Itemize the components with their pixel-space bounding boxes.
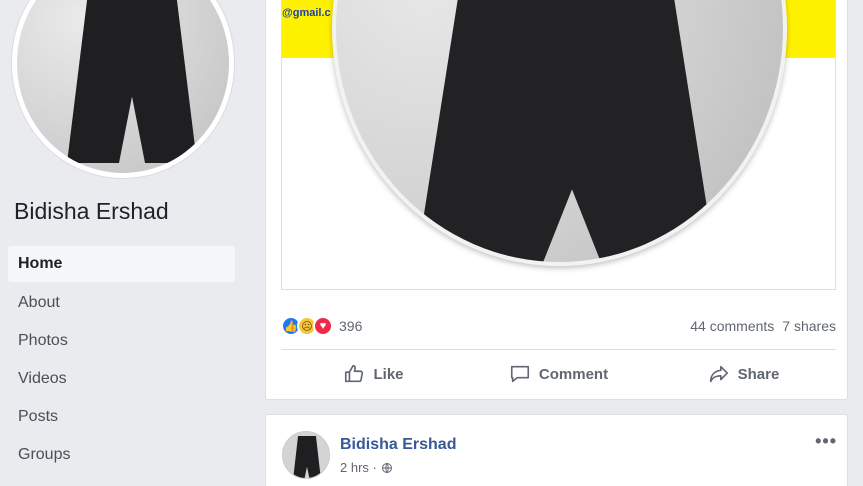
nav-home[interactable]: Home xyxy=(8,246,235,282)
share-icon xyxy=(709,365,728,383)
next-post-card: Bidisha Ershad 2 hrs · ••• xyxy=(265,414,848,486)
profile-picture[interactable] xyxy=(12,0,234,178)
like-label: Like xyxy=(373,365,404,383)
post-card: @gmail.c 👍 ☹ ♥ 396 44 comments 7 shares … xyxy=(265,0,848,400)
comment-button[interactable]: Comment xyxy=(466,356,651,392)
comment-icon xyxy=(510,365,529,383)
nav-about[interactable]: About xyxy=(8,284,235,322)
page-nav: Home About Photos Videos Posts Groups xyxy=(8,246,235,474)
post-image[interactable]: @gmail.c xyxy=(281,0,836,290)
post-actions: Like Comment Share xyxy=(281,356,836,392)
email-text: @gmail.c xyxy=(282,7,331,19)
featured-photo-image xyxy=(416,0,716,262)
share-button[interactable]: Share xyxy=(651,356,836,392)
post-author[interactable]: Bidisha Ershad xyxy=(340,436,456,454)
reaction-count[interactable]: 396 xyxy=(339,318,362,334)
post-time-text[interactable]: 2 hrs · xyxy=(340,460,377,475)
nav-photos[interactable]: Photos xyxy=(8,322,235,360)
globe-icon xyxy=(381,462,392,473)
thumbs-up-icon xyxy=(345,364,364,383)
nav-posts[interactable]: Posts xyxy=(8,398,235,436)
nav-videos[interactable]: Videos xyxy=(8,360,235,398)
share-label: Share xyxy=(737,365,780,383)
love-icon: ♥ xyxy=(313,316,333,336)
featured-photo xyxy=(332,0,787,266)
left-sidebar: Bidisha Ershad Home About Photos Videos … xyxy=(0,0,248,486)
like-button[interactable]: Like xyxy=(281,356,466,392)
profile-name[interactable]: Bidisha Ershad xyxy=(14,198,169,225)
profile-picture-image xyxy=(67,0,197,163)
avatar-image xyxy=(293,436,321,478)
reactions-bar: 👍 ☹ ♥ 396 44 comments 7 shares xyxy=(281,311,836,341)
shares-count[interactable]: 7 shares xyxy=(782,318,836,334)
divider xyxy=(281,349,836,350)
post-timestamp: 2 hrs · xyxy=(340,460,393,475)
comment-label: Comment xyxy=(538,365,609,383)
more-icon[interactable]: ••• xyxy=(815,431,837,452)
engagement-counts: 44 comments 7 shares xyxy=(690,318,836,334)
avatar[interactable] xyxy=(282,431,330,479)
nav-groups[interactable]: Groups xyxy=(8,436,235,474)
reaction-icons[interactable]: 👍 ☹ ♥ xyxy=(281,316,333,336)
comments-count[interactable]: 44 comments xyxy=(690,318,774,334)
